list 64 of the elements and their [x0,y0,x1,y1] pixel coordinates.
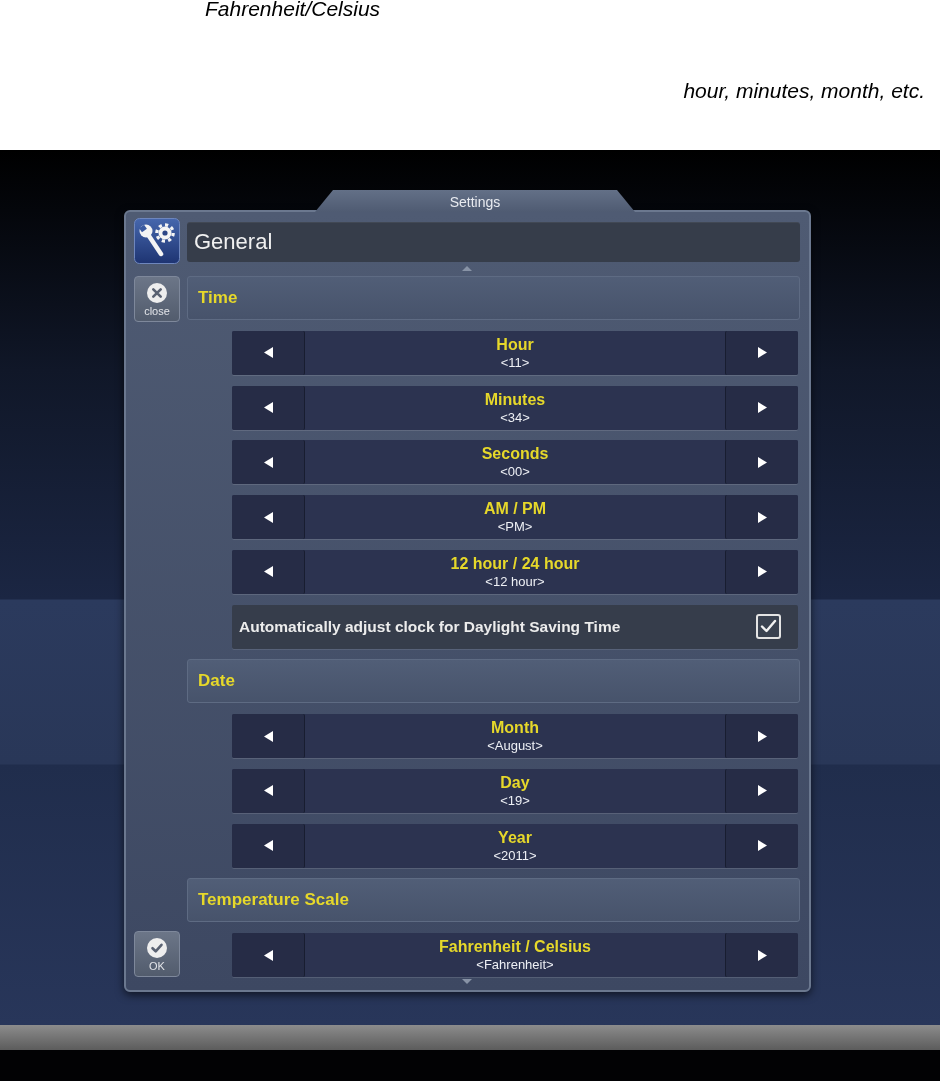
checkbox-label: Automatically adjust clock for Daylight Saving Time [239,617,621,636]
right-triangle-icon [757,456,767,468]
section-header: Time [187,276,800,320]
category-header: General [187,222,800,262]
checkmark-circle-icon [147,938,167,958]
next-button[interactable] [725,385,798,430]
right-triangle-icon [757,840,767,851]
left-triangle-icon [263,785,273,797]
setting-value: <12 hour> [485,572,545,590]
annotation-text: Fahrenheit/Celsius [204,0,381,21]
setting-label: Fahrenheit / Celsius [438,937,591,956]
close-icon [147,283,167,303]
dialog-title: Settings [315,190,635,212]
setting-value: <34> [500,408,530,426]
down-triangle-icon [462,979,472,984]
previous-button[interactable] [232,549,305,594]
right-triangle-icon [757,566,767,578]
next-button[interactable] [725,549,798,594]
right-triangle-icon [757,511,767,523]
setting-label: Year [498,827,532,847]
setting-value: <PM> [497,518,533,535]
setting-value: <2011> [493,846,537,864]
previous-button[interactable] [232,330,305,375]
left-triangle-icon [263,456,273,468]
next-button[interactable] [725,330,798,375]
right-triangle-icon [757,730,767,742]
right-triangle-icon [757,347,767,359]
previous-button[interactable] [232,385,305,430]
setting-value: <00> [500,463,530,481]
previous-button[interactable] [232,823,305,868]
up-triangle-icon [462,266,472,271]
next-button[interactable] [725,440,798,485]
right-triangle-icon [757,785,767,797]
setting-label: Month [491,718,539,737]
right-triangle-icon [757,949,767,961]
setting-label: Seconds [481,444,549,464]
previous-button[interactable] [232,768,305,813]
next-button[interactable] [725,823,798,868]
settings-icon [134,218,180,264]
setting-label: Hour [496,334,534,354]
previous-button[interactable] [232,440,305,485]
setting-label: AM / PM [483,499,547,518]
left-triangle-icon [263,730,273,742]
setting-value: <Fahrenheit> [476,956,554,973]
setting-label: Minutes [484,389,546,409]
section-header: Temperature Scale [187,878,800,923]
annotation-text: hour, minutes, month, etc. [683,79,925,103]
setting-value: <19> [500,791,530,809]
setting-value: <11> [500,353,530,371]
left-triangle-icon [263,949,273,961]
setting-value: <August> [487,737,543,754]
next-button[interactable] [725,768,798,813]
checkbox[interactable] [756,614,781,639]
left-triangle-icon [263,347,273,359]
ok-button[interactable]: OK [134,931,180,977]
setting-label: 12 hour / 24 hour [450,553,580,573]
left-triangle-icon [263,566,273,578]
setting-label: Day [500,772,530,792]
left-triangle-icon [263,511,273,523]
left-triangle-icon [263,840,273,851]
right-triangle-icon [757,402,767,413]
section-header: Date [187,659,800,704]
close-button[interactable]: close [134,276,180,322]
left-triangle-icon [263,402,273,413]
